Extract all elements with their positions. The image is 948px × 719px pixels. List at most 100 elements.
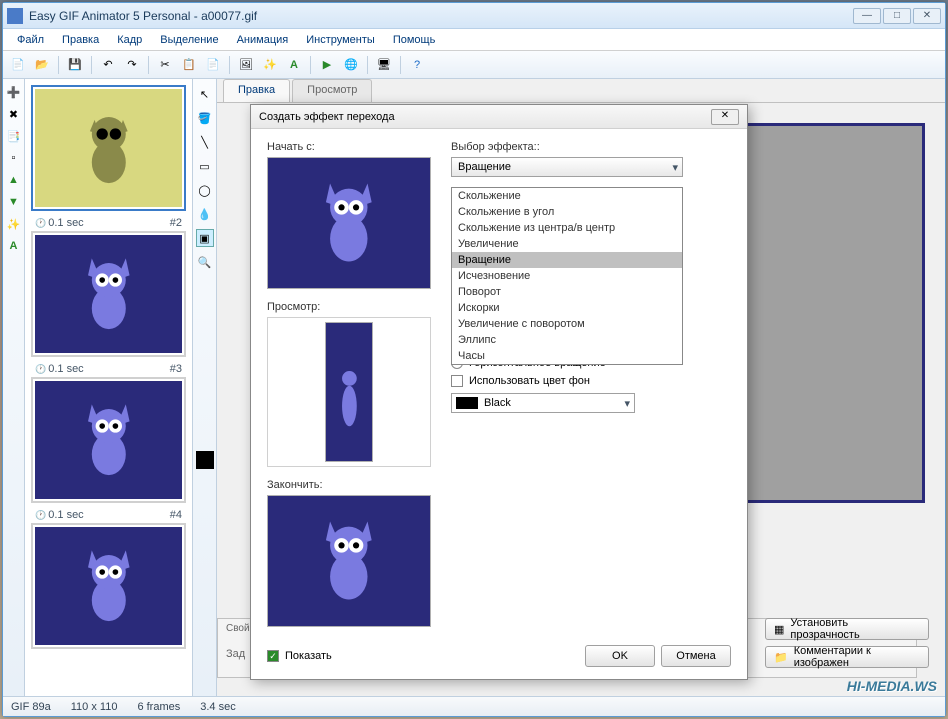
pointer-icon[interactable]: ↖: [196, 85, 214, 103]
frame-thumb[interactable]: [31, 231, 186, 357]
end-label: Закончить:: [267, 479, 435, 491]
start-preview: [267, 157, 431, 289]
zoom-icon[interactable]: 🔍: [196, 253, 214, 271]
start-label: Начать с:: [267, 141, 435, 153]
menu-edit[interactable]: Правка: [54, 32, 107, 48]
effect-option[interactable]: Поворот: [452, 284, 682, 300]
tab-preview[interactable]: Просмотр: [292, 79, 372, 102]
save-icon[interactable]: 💾: [64, 54, 86, 76]
help-icon[interactable]: ?: [406, 54, 428, 76]
effect-option[interactable]: Скольжение из центра/в центр: [452, 220, 682, 236]
close-button[interactable]: ✕: [913, 8, 941, 24]
effect-option[interactable]: Вращение: [452, 252, 682, 268]
preview-icon[interactable]: 🖥: [373, 54, 395, 76]
menu-file[interactable]: Файл: [9, 32, 52, 48]
redo-icon[interactable]: ↷: [121, 54, 143, 76]
frame-time: 0.1 sec: [35, 217, 84, 229]
image-icon[interactable]: 🖼: [235, 54, 257, 76]
frame-info: 0.1 sec #4: [31, 507, 186, 523]
editor-tabs: Правка Просмотр: [217, 79, 945, 103]
effect-option[interactable]: Часы: [452, 348, 682, 364]
add-frame-icon[interactable]: ➕: [5, 83, 23, 101]
new-icon[interactable]: 📄: [7, 54, 29, 76]
status-duration: 3.4 sec: [200, 701, 235, 713]
ok-button[interactable]: OK: [585, 645, 655, 667]
rect-icon[interactable]: ▭: [196, 157, 214, 175]
effect-option[interactable]: Исчезновение: [452, 268, 682, 284]
window-title: Easy GIF Animator 5 Personal - a00077.gi…: [29, 9, 853, 23]
effect-option[interactable]: Увеличение: [452, 236, 682, 252]
checkbox-icon: [267, 650, 279, 662]
move-up-icon[interactable]: ▲: [5, 171, 23, 189]
eyedropper-icon[interactable]: 💧: [196, 205, 214, 223]
select-icon[interactable]: ▣: [196, 229, 214, 247]
watermark: HI-MEDIA.WS: [847, 678, 937, 694]
effect-combo[interactable]: Вращение: [451, 157, 683, 177]
effect-label: Выбор эффекта::: [451, 141, 731, 153]
animation-preview: [267, 317, 431, 467]
frame-tools: ➕ ✖ 📑 ▫ ▲ ▼ ✨ A: [3, 79, 25, 696]
frame-thumb[interactable]: [31, 523, 186, 649]
dialog-close-button[interactable]: ✕: [711, 109, 739, 125]
tab-edit[interactable]: Правка: [223, 79, 290, 102]
frame-thumb[interactable]: [31, 377, 186, 503]
color-swatch[interactable]: [196, 451, 214, 469]
maximize-button[interactable]: □: [883, 8, 911, 24]
paste-icon[interactable]: 📄: [202, 54, 224, 76]
preview-label: Просмотр:: [267, 301, 435, 313]
menu-help[interactable]: Помощь: [385, 32, 444, 48]
frame-time: 0.1 sec: [35, 509, 84, 521]
effect-option[interactable]: Скольжение: [452, 188, 682, 204]
status-frames: 6 frames: [137, 701, 180, 713]
play-icon[interactable]: ▶: [316, 54, 338, 76]
text-icon[interactable]: A: [283, 54, 305, 76]
menubar: Файл Правка Кадр Выделение Анимация Инст…: [3, 29, 945, 51]
menu-animation[interactable]: Анимация: [229, 32, 297, 48]
frame-info: 0.1 sec #3: [31, 361, 186, 377]
effect-option[interactable]: Скольжение в угол: [452, 204, 682, 220]
menu-selection[interactable]: Выделение: [152, 32, 226, 48]
frame-info: 0.1 sec #2: [31, 215, 186, 231]
dialog-titlebar: Создать эффект перехода ✕: [251, 105, 747, 129]
show-checkbox[interactable]: Показать: [267, 650, 579, 662]
copy-icon[interactable]: 📋: [178, 54, 200, 76]
duplicate-icon[interactable]: 📑: [5, 127, 23, 145]
text-tool-icon[interactable]: A: [5, 237, 23, 255]
cut-icon[interactable]: ✂: [154, 54, 176, 76]
undo-icon[interactable]: ↶: [97, 54, 119, 76]
open-icon[interactable]: 📂: [31, 54, 53, 76]
cancel-button[interactable]: Отмена: [661, 645, 731, 667]
status-format: GIF 89a: [11, 701, 51, 713]
effect-option[interactable]: Увеличение с поворотом: [452, 316, 682, 332]
wand-icon[interactable]: ✨: [259, 54, 281, 76]
menu-tools[interactable]: Инструменты: [298, 32, 383, 48]
delete-frame-icon[interactable]: ✖: [5, 105, 23, 123]
comments-button[interactable]: 📁 Комментарии к изображен: [765, 646, 929, 668]
side-buttons: ▦ Установить прозрачность 📁 Комментарии …: [765, 618, 929, 668]
frame-thumb[interactable]: [31, 85, 186, 211]
frame-index: #3: [170, 363, 182, 375]
checkbox-icon: [451, 375, 463, 387]
frames-panel: 0.1 sec #2 0.1 sec #3 0.1 sec #4: [25, 79, 193, 696]
line-icon[interactable]: ╲: [196, 133, 214, 151]
statusbar: GIF 89a 110 x 110 6 frames 3.4 sec: [3, 696, 945, 716]
end-preview: [267, 495, 431, 627]
globe-icon[interactable]: 🌐: [340, 54, 362, 76]
effect-option[interactable]: Искорки: [452, 300, 682, 316]
blank-icon[interactable]: ▫: [5, 149, 23, 167]
bg-color-combo[interactable]: Black: [451, 393, 635, 413]
color-swatch-icon: [456, 397, 478, 409]
effect-option[interactable]: Эллипс: [452, 332, 682, 348]
dialog-title: Создать эффект перехода: [259, 111, 711, 123]
set-transparency-button[interactable]: ▦ Установить прозрачность: [765, 618, 929, 640]
edit-tools: ↖ 🪣 ╲ ▭ ◯ 💧 ▣ 🔍: [193, 79, 217, 696]
menu-frame[interactable]: Кадр: [109, 32, 150, 48]
minimize-button[interactable]: —: [853, 8, 881, 24]
effect-icon[interactable]: ✨: [5, 215, 23, 233]
use-bg-checkbox[interactable]: Использовать цвет фон: [451, 375, 731, 387]
move-down-icon[interactable]: ▼: [5, 193, 23, 211]
dialog-body: Начать с: Просмотр: Закончить: Выбор эфф…: [251, 129, 747, 679]
fill-icon[interactable]: 🪣: [196, 109, 214, 127]
ellipse-icon[interactable]: ◯: [196, 181, 214, 199]
effect-dropdown: Скольжение Скольжение в угол Скольжение …: [451, 187, 683, 365]
